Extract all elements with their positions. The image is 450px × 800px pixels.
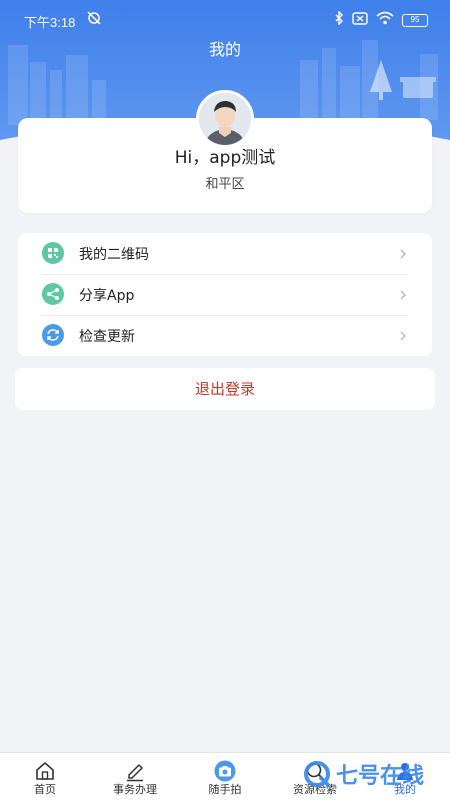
- tab-affairs[interactable]: 事务办理: [90, 753, 180, 800]
- menu-item-qrcode[interactable]: 我的二维码: [18, 233, 432, 274]
- tab-label: 首页: [34, 783, 56, 796]
- status-bar: 下午3:18 95: [0, 0, 450, 40]
- menu-item-update[interactable]: 检查更新: [18, 315, 432, 356]
- chevron-right-icon: [398, 328, 408, 342]
- tab-label: 随手拍: [208, 783, 242, 796]
- watermark-icon: [304, 761, 331, 788]
- watermark-logo: 七号在线: [302, 758, 424, 790]
- tab-label: 事务办理: [113, 783, 157, 796]
- avatar[interactable]: [196, 90, 254, 148]
- menu-item-share[interactable]: 分享App: [18, 274, 432, 315]
- chevron-right-icon: [398, 287, 408, 301]
- qrcode-icon: [42, 242, 64, 264]
- share-icon: [42, 283, 64, 305]
- menu-item-label: 分享App: [79, 288, 135, 304]
- sim-off-icon: [352, 11, 368, 29]
- refresh-icon: [42, 324, 64, 346]
- chevron-right-icon: [398, 246, 408, 260]
- wifi-icon: [376, 11, 394, 29]
- camera-icon: [214, 760, 236, 782]
- tab-home[interactable]: 首页: [0, 753, 90, 800]
- menu-item-label: 检查更新: [79, 329, 135, 345]
- logout-button[interactable]: 退出登录: [15, 368, 435, 410]
- alarm-off-icon: [86, 11, 102, 29]
- bluetooth-icon: [334, 10, 344, 29]
- home-icon: [34, 760, 56, 782]
- edit-icon: [124, 760, 146, 782]
- tab-snapshot[interactable]: 随手拍: [180, 753, 270, 800]
- menu-card: 我的二维码 分享App 检查更新: [18, 233, 432, 356]
- status-time: 下午3:18: [24, 15, 76, 30]
- menu-item-label: 我的二维码: [79, 247, 149, 263]
- district-label: 和平区: [205, 177, 245, 192]
- battery-indicator: 95: [402, 13, 428, 27]
- watermark-text: 七号在线: [336, 764, 425, 789]
- page-title: 我的: [208, 40, 241, 59]
